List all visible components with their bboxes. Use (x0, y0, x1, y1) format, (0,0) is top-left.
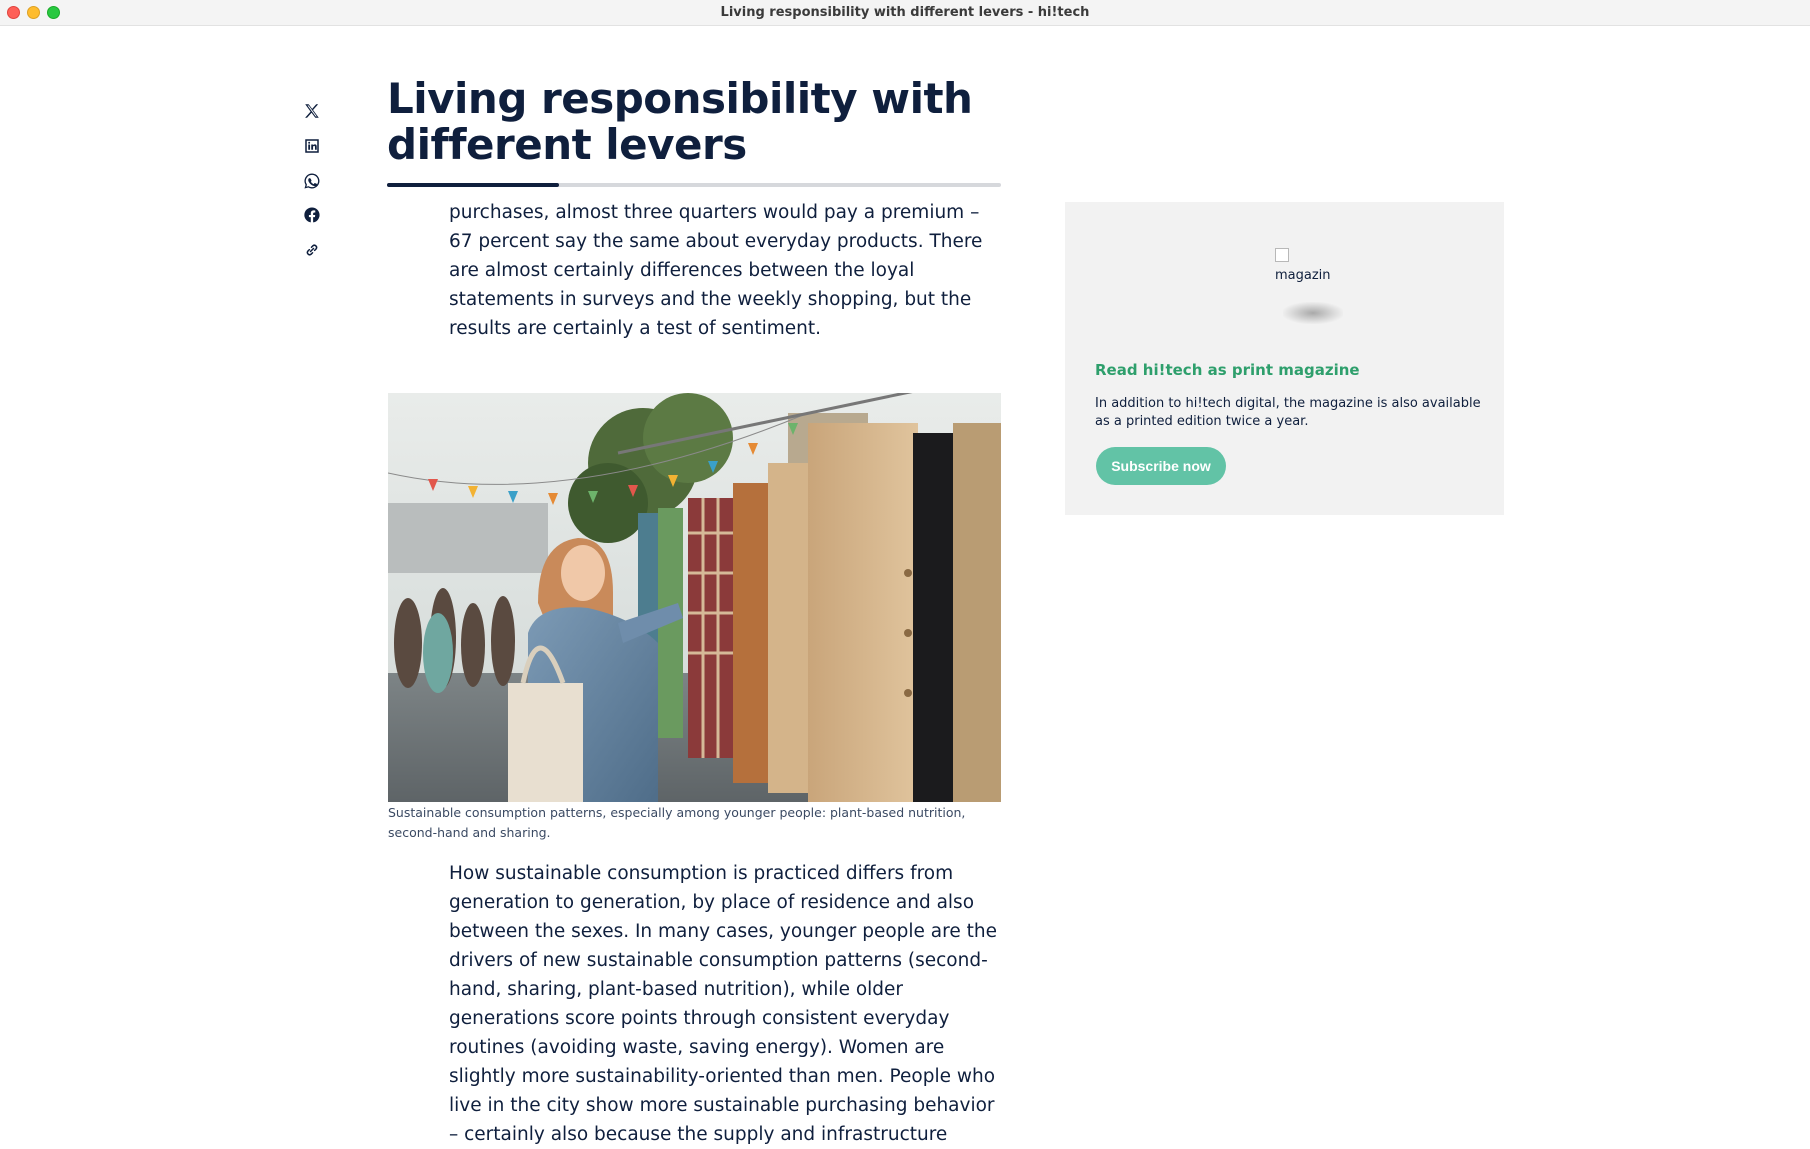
magazine-thumbnail: magazin (1275, 248, 1365, 328)
linkedin-icon (305, 139, 319, 153)
reading-progress-fill (387, 183, 559, 187)
share-linkedin-button[interactable] (301, 135, 323, 157)
share-facebook-button[interactable] (301, 204, 323, 226)
print-magazine-promo: magazin Read hi!tech as print magazine I… (1065, 202, 1504, 515)
promo-description: In addition to hi!tech digital, the maga… (1095, 396, 1481, 429)
article-paragraph: purchases, almost three quarters would p… (449, 202, 983, 339)
whatsapp-icon (304, 173, 320, 189)
reading-progress-bar (387, 183, 1001, 187)
article-paragraph: How sustainable consumption is practiced… (449, 863, 997, 1145)
promo-title[interactable]: Read hi!tech as print magazine (1095, 361, 1360, 379)
x-twitter-icon (305, 104, 319, 118)
broken-image-icon (1275, 248, 1289, 262)
magazine-image-alt: magazin (1275, 268, 1331, 283)
subscribe-now-button[interactable]: Subscribe now (1096, 447, 1226, 485)
link-icon (306, 244, 318, 256)
headline-line-2: different levers (387, 120, 747, 169)
image-caption: Sustainable consumption patterns, especi… (388, 805, 966, 840)
window-title: Living responsibility with different lev… (720, 5, 1090, 20)
thumbnail-shadow (1283, 302, 1343, 324)
headline-line-1: Living responsibility with (387, 74, 973, 123)
article-headline: Living responsibility with different lev… (387, 76, 1007, 168)
window-titlebar: Living responsibility with different lev… (0, 0, 1810, 26)
article-image (388, 393, 1001, 802)
share-x-button[interactable] (301, 100, 323, 122)
share-whatsapp-button[interactable] (301, 170, 323, 192)
share-copy-link-button[interactable] (301, 239, 323, 261)
facebook-icon (304, 207, 320, 223)
